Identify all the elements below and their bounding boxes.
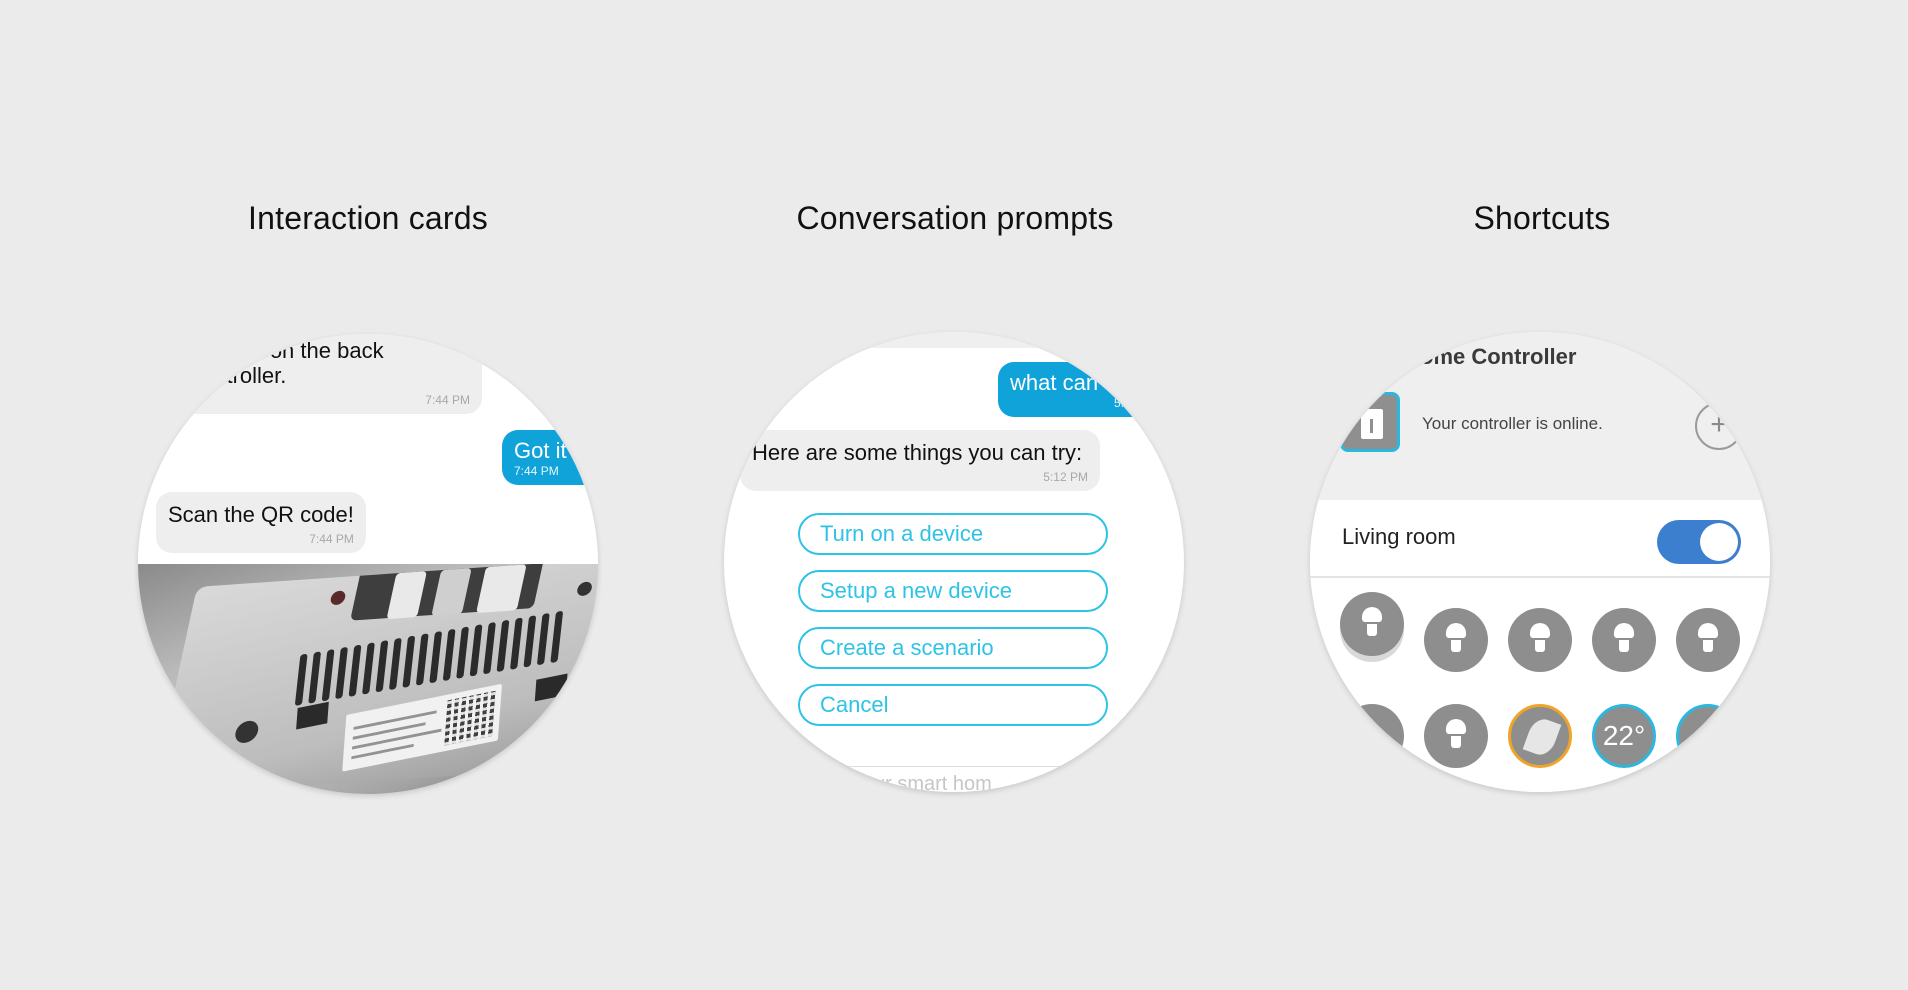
interaction-cards-title: Interaction cards [248,200,488,236]
incoming-message: Scan the QR code! 7:44 PM [156,492,366,553]
controller-device-icon [1340,392,1400,452]
message-text: Scan the QR code! [168,502,354,527]
prompt-setup-new-device-button[interactable]: Setup a new device [798,570,1108,612]
bulb-icon[interactable] [1676,608,1740,672]
qr-code-icon [444,690,496,746]
message-timestamp: 5:1 [1114,396,1131,410]
incoming-message: Here are some things you can try: 5:12 P… [740,430,1100,491]
message-timestamp: 7:44 PM [425,393,470,407]
message-text: ontroller. [202,363,287,388]
outgoing-message: Got it 7:44 PM [502,430,598,485]
chat-top-strip [724,332,1184,348]
device-shortcut-grid: 22° [1310,578,1770,792]
prompt-cancel-button[interactable]: Cancel [798,684,1108,726]
add-icon[interactable]: + [1695,402,1743,450]
shortcuts-title: Shortcuts [1473,200,1611,236]
shortcuts-preview: ome Controller Your controller is online… [1310,332,1770,792]
message-text: what can [1010,370,1099,395]
room-row-living-room[interactable]: Living room [1310,500,1770,578]
message-timestamp: 7:44 PM [309,532,354,546]
prompt-create-scenario-button[interactable]: Create a scenario [798,627,1108,669]
interaction-cards-preview: code on the back ontroller. 7:44 PM Got … [138,334,598,794]
bulb-icon[interactable] [1592,608,1656,672]
bulb-icon[interactable] [1424,608,1488,672]
message-text: code on the back [216,338,384,363]
leaf-icon[interactable] [1508,704,1572,768]
bulb-icon[interactable] [1508,608,1572,672]
message-input-bar[interactable]: ur smart hom [724,766,1184,792]
room-toggle-switch[interactable] [1657,520,1741,564]
controller-title: ome Controller [1420,344,1577,369]
message-input-placeholder: ur smart hom [874,773,992,792]
conversation-prompts-title: Conversation prompts [796,200,1114,236]
message-timestamp: 5:12 PM [1043,470,1088,484]
controller-header: ome Controller Your controller is online… [1310,332,1770,500]
message-text: Here are some things you can try: [752,440,1083,465]
bulb-icon[interactable] [1340,592,1404,656]
conversation-prompts-preview: what can 5:1 Here are some things you ca… [724,332,1184,792]
controller-device-image [151,564,598,794]
chat-area: code on the back ontroller. 7:44 PM Got … [138,334,598,564]
message-timestamp: 7:44 PM [514,464,559,478]
bulb-icon[interactable] [1424,704,1488,768]
port-slot [350,564,543,621]
thermostat-button[interactable]: 22° [1592,704,1656,768]
controller-photo[interactable] [138,564,598,794]
outgoing-message: what can 5:1 [998,362,1184,417]
message-text: Got it [514,438,567,463]
prompt-turn-on-device-button[interactable]: Turn on a device [798,513,1108,555]
room-name: Living room [1342,524,1456,549]
controller-status-text: Your controller is online. [1422,414,1603,433]
thermostat-icon[interactable] [1676,704,1740,768]
toggle-knob [1700,523,1738,561]
bulb-icon[interactable] [1340,704,1404,768]
incoming-message: code on the back ontroller. 7:44 PM [138,334,482,414]
